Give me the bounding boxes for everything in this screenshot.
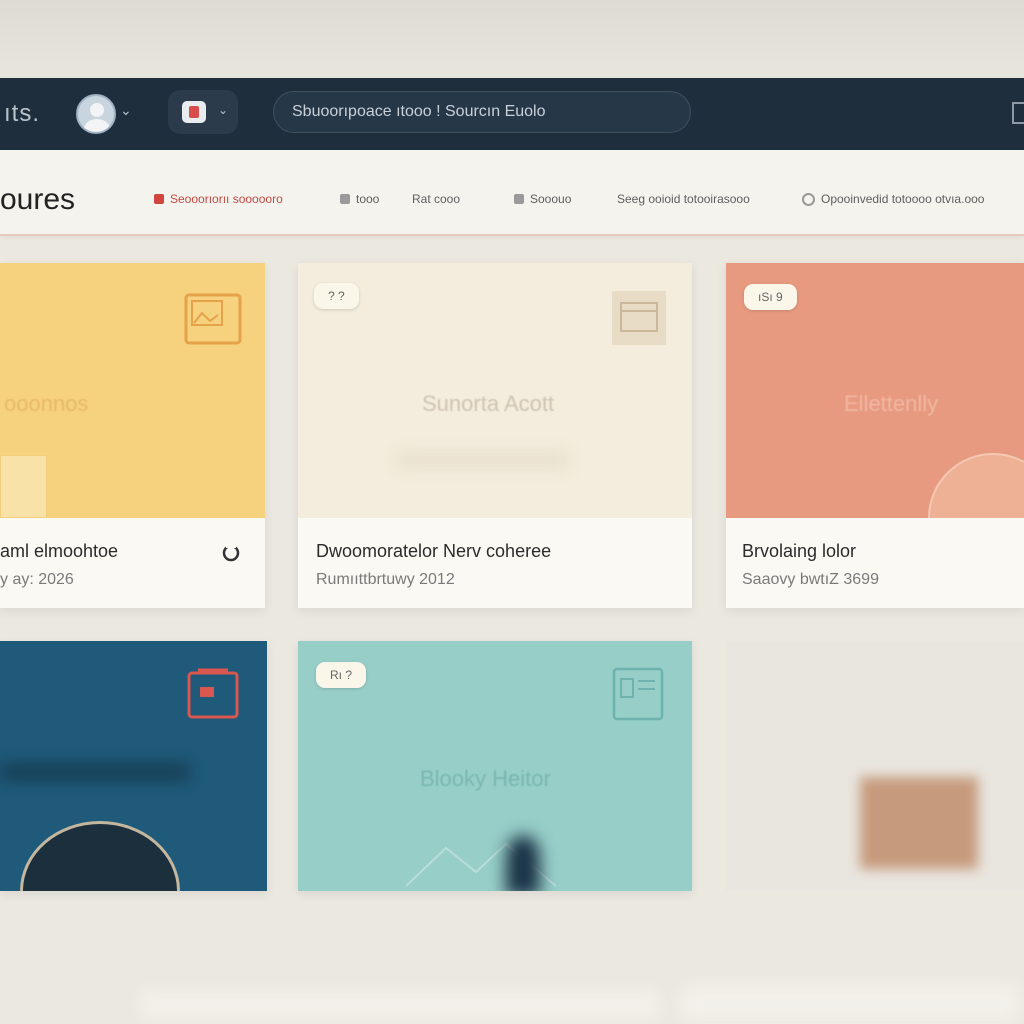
user-avatar-icon[interactable] xyxy=(76,94,116,134)
card-media: ıSı 9 Ellettenlly xyxy=(726,263,1024,583)
card-media-text: Blooky Heitor xyxy=(420,766,551,791)
subnav-item-label: Seeg ooioid totooirasooo xyxy=(617,192,750,206)
list-icon xyxy=(340,194,350,204)
subnav-item-5[interactable]: Seeg ooioid totooirasooo xyxy=(617,192,750,206)
content-card-6[interactable] xyxy=(726,641,1024,891)
media-shape xyxy=(398,453,568,467)
menu-icon[interactable] xyxy=(1012,102,1024,124)
media-shape xyxy=(0,455,47,518)
subheader-bar: oures Seooorıorıı soooooro tooo Rat cooo… xyxy=(0,150,1024,236)
mountain-icon xyxy=(406,842,557,887)
card-meta: Saaovy bwtıZ 3699 xyxy=(742,571,879,588)
browser-top-strip xyxy=(0,0,1024,78)
card-footer: aml elmoohtoe y ay: 2026 xyxy=(0,518,265,608)
bottom-shape xyxy=(140,990,660,1020)
card-media-text: Ellettenlly xyxy=(844,391,939,416)
card-footer: Dwoomoratelor Nerv coheree Rumııttbrtuwy… xyxy=(298,518,692,608)
subnav-item-4[interactable]: Sooouo xyxy=(514,192,571,206)
bottom-shape xyxy=(680,985,1020,1021)
media-shape xyxy=(506,836,540,891)
content-card-1[interactable]: ooonnos aml elmoohtoe y ay: 2026 xyxy=(0,263,265,608)
card-meta: y ay: 2026 xyxy=(0,571,74,588)
card-badge: ıSı 9 xyxy=(744,284,797,310)
card-media-text: Sunorta Acott xyxy=(422,391,555,416)
subnav-item-6[interactable]: Opooinvedid totoooo otvıa.ooo xyxy=(802,192,984,206)
subnav-item-2[interactable]: tooo xyxy=(340,192,379,206)
page-title: oures xyxy=(0,183,76,216)
content-card-5[interactable]: Rı ? Blooky Heitor xyxy=(298,641,692,891)
top-navbar: ıts. ⌄ ⌄ Sbuoorıpoace ıtooo ! Sourcın Eu… xyxy=(0,78,1024,150)
subnav-item-label: Sooouo xyxy=(530,192,572,206)
media-shape xyxy=(0,763,190,781)
brand-logo[interactable]: ıts. xyxy=(4,100,40,128)
card-badge: ? ? xyxy=(314,283,359,309)
subnav-item-label: tooo xyxy=(356,192,380,206)
chevron-down-icon[interactable]: ⌄ xyxy=(120,102,132,119)
subnav-item-3[interactable]: Rat cooo xyxy=(412,192,460,206)
card-title: Dwoomoratelor Nerv coheree xyxy=(316,541,552,561)
document-icon xyxy=(612,667,664,721)
card-media-text: ooonnos xyxy=(4,391,89,416)
content-card-4[interactable] xyxy=(0,641,267,891)
card-badge: Rı ? xyxy=(316,662,367,688)
notification-icon xyxy=(182,101,206,123)
media-shape xyxy=(20,821,180,891)
subnav-item-label: Rat cooo xyxy=(412,192,461,206)
tag-icon xyxy=(154,194,164,204)
card-media: ooonnos xyxy=(0,263,265,518)
content-card-2[interactable]: ? ? Sunorta Acott Dwoomoratelor Nerv coh… xyxy=(298,263,692,608)
card-meta: Rumııttbrtuwy 2012 xyxy=(316,571,455,588)
subnav-item-label: Opooinvedid totoooo otvıa.ooo xyxy=(821,192,985,206)
subnav-item-1[interactable]: Seooorıorıı soooooro xyxy=(154,192,283,206)
card-footer: Brvolaing lolor Saaovy bwtıZ 3699 xyxy=(726,518,1024,608)
user-icon xyxy=(514,194,524,204)
clock-icon xyxy=(802,192,815,206)
search-input[interactable]: Sbuoorıpoace ıtooo ! Sourcın Euolo xyxy=(273,91,691,133)
notification-button[interactable]: ⌄ xyxy=(168,90,238,134)
refresh-icon[interactable] xyxy=(220,542,242,564)
chevron-down-icon: ⌄ xyxy=(218,103,229,117)
image-frame-icon xyxy=(184,293,242,345)
subnav-item-label: Seooorıorıı soooooro xyxy=(170,192,283,206)
search-input-value: Sbuoorıpoace ıtooo ! Sourcın Euolo xyxy=(292,103,546,120)
card-title: Brvolaing lolor xyxy=(742,541,857,561)
media-frame-icon xyxy=(187,668,239,719)
card-media: ? ? Sunorta Acott xyxy=(298,263,692,518)
content-card-3[interactable]: ıSı 9 Ellettenlly Brvolaing lolor Saaovy… xyxy=(726,263,1024,608)
window-icon xyxy=(612,291,666,345)
media-shape xyxy=(860,777,978,869)
card-title: aml elmoohtoe xyxy=(0,541,119,561)
